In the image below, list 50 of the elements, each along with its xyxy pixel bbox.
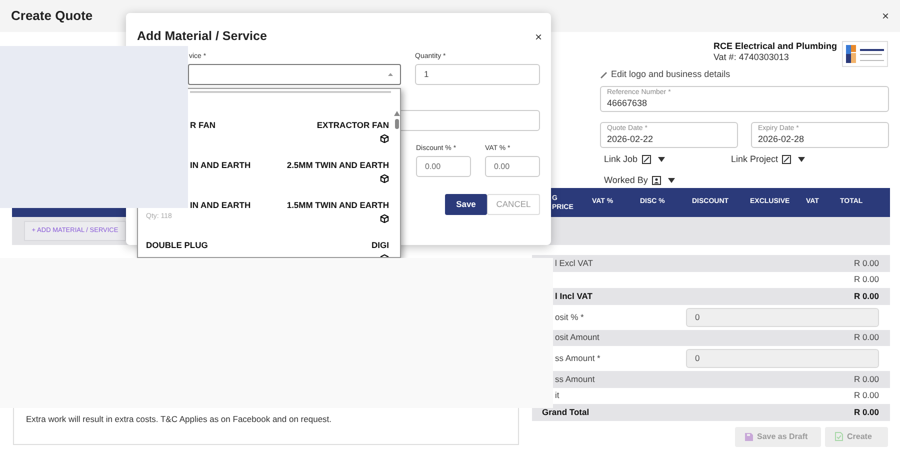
dropdown-item[interactable]: IN AND EARTH 2.5MM TWIN AND EARTH xyxy=(146,159,389,184)
summary-label: ss Amount xyxy=(554,372,595,386)
input-field[interactable]: 0.00 xyxy=(416,156,471,177)
dropdown-item[interactable]: R FAN EXTRACTOR FAN xyxy=(146,119,389,144)
summary-amount: R 0.00 xyxy=(854,256,880,270)
summary-label: Grand Total xyxy=(541,406,590,419)
input-field[interactable]: 0 xyxy=(686,349,879,368)
cube-icon xyxy=(380,134,389,143)
summary-label: l Excl VAT xyxy=(554,256,593,270)
summary-label: l Incl VAT xyxy=(554,290,592,303)
input-field[interactable]: 0 xyxy=(686,308,879,326)
dialog-title: Add Material / Service xyxy=(137,28,267,46)
dropdown-item[interactable]: DOUBLE PLUG DIGI xyxy=(146,239,389,257)
document-icon xyxy=(835,432,843,441)
vat-number: Vat #: 4740303013 xyxy=(713,52,790,63)
input-field[interactable]: 1 xyxy=(415,64,540,85)
caret-icon xyxy=(798,156,806,162)
cube-icon xyxy=(380,174,389,183)
business-name: RCE Electrical and Plumbing xyxy=(713,41,837,52)
close-button[interactable]: × xyxy=(534,28,542,46)
caret-icon xyxy=(658,156,665,162)
summary-amount: R 0.00 xyxy=(854,273,880,286)
pencil-icon xyxy=(600,70,608,79)
summary-amount: R 0.00 xyxy=(854,290,880,303)
close-button[interactable]: × xyxy=(882,7,889,25)
edit-icon xyxy=(642,154,651,164)
link-dropdown[interactable]: Link Job xyxy=(604,152,665,166)
link-dropdown[interactable]: Link Project xyxy=(731,152,806,166)
business-logo xyxy=(842,41,888,67)
summary-amount: R 0.00 xyxy=(854,406,880,419)
scroll-up-icon xyxy=(394,111,400,116)
summary-label: osit % * xyxy=(554,310,584,324)
scrollbar-thumb[interactable] xyxy=(394,119,398,129)
summary-amount: R 0.00 xyxy=(854,331,880,344)
person-icon xyxy=(652,176,661,186)
input-field[interactable]: 0.00 xyxy=(485,156,540,177)
summary-amount: R 0.00 xyxy=(854,389,880,402)
summary-label: it xyxy=(554,389,560,402)
select-field[interactable] xyxy=(188,64,401,85)
page-title: Create Quote xyxy=(11,7,93,26)
summary-label: osit Amount xyxy=(554,331,600,344)
caret-icon xyxy=(388,73,393,76)
link-dropdown[interactable]: Worked By xyxy=(604,174,675,188)
caret-icon xyxy=(668,178,675,184)
save-button[interactable]: Save xyxy=(445,194,487,215)
summary-amount: R 0.00 xyxy=(854,372,880,386)
cube-icon xyxy=(380,214,389,223)
summary-label: ss Amount * xyxy=(554,352,600,365)
edit-icon xyxy=(782,154,792,164)
edit-details-link[interactable]: Edit logo and business details xyxy=(600,68,730,82)
